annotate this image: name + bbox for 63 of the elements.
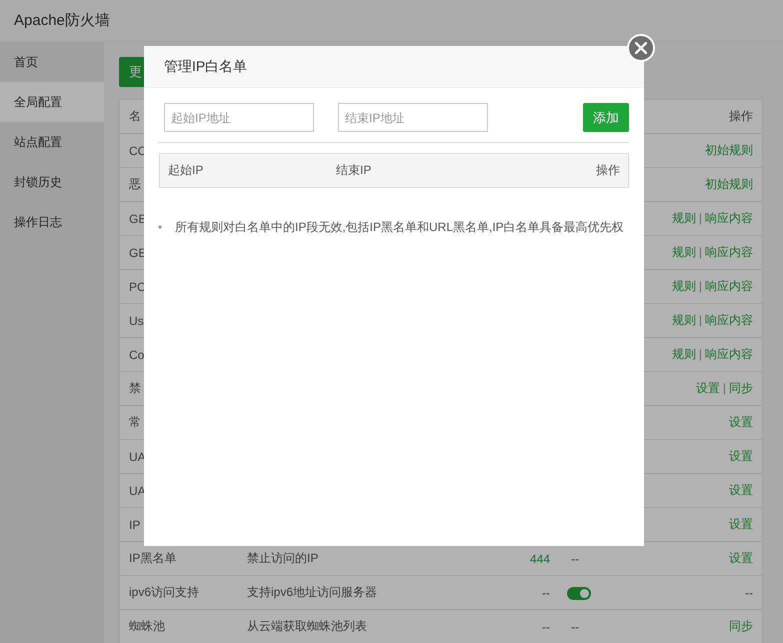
bullet: • <box>158 219 164 236</box>
dialog-title: 管理IP白名单 <box>164 58 248 76</box>
table-cell-text: -- <box>541 586 551 600</box>
sidebar-item[interactable]: 全局配置 <box>0 82 104 122</box>
table-cell: -- <box>571 552 579 566</box>
table-cell-text: 从云端获取蜘蛛池列表 <box>246 618 368 635</box>
action-link[interactable]: 设置 <box>696 381 720 395</box>
table-cell: -- <box>571 620 579 634</box>
action-link[interactable]: 初始规则 <box>705 143 753 157</box>
action-link[interactable]: 同步 <box>729 619 753 633</box>
action-link[interactable]: 初始规则 <box>705 177 753 191</box>
action-link[interactable]: 响应内容 <box>705 279 753 293</box>
action-link[interactable]: 规则 <box>672 245 696 259</box>
table-cell: -- <box>745 586 753 600</box>
table-cell-text: 444 <box>528 552 551 566</box>
action-link[interactable]: 设置 <box>729 551 753 565</box>
separator: | <box>722 381 726 395</box>
column-header: 名 <box>129 109 141 123</box>
add-button[interactable]: 添加 <box>583 103 629 132</box>
column-header: 结束IP <box>336 162 372 179</box>
separator: | <box>698 279 702 293</box>
action-link[interactable]: 设置 <box>729 483 753 497</box>
sidebar-item[interactable]: 站点配置 <box>0 122 104 162</box>
action-link[interactable]: 规则 <box>672 313 696 327</box>
action-link[interactable]: 规则 <box>672 347 696 361</box>
note-text: 所有规则对白名单中的IP段无效,包括IP黑名单和URL黑名单,IP白名单具备最高优先权 <box>175 219 624 236</box>
table-cell: IP <box>129 518 140 532</box>
app-title: Apache防火墙 <box>14 11 110 30</box>
table-cell: 蜘蛛池 <box>129 619 165 633</box>
sidebar-item[interactable]: 操作日志 <box>0 202 104 242</box>
separator: | <box>698 347 702 361</box>
action-link[interactable]: 同步 <box>729 381 753 395</box>
table-cell: Co <box>129 348 144 362</box>
action-link[interactable]: 设置 <box>729 517 753 531</box>
action-link[interactable]: 响应内容 <box>705 347 753 361</box>
table-cell: IP黑名单 <box>129 551 176 565</box>
table-cell-text: -- <box>541 620 551 634</box>
sidebar-item[interactable]: 封锁历史 <box>0 162 104 202</box>
action-link[interactable]: 规则 <box>672 211 696 225</box>
action-link[interactable]: 设置 <box>729 415 753 429</box>
action-link[interactable]: 响应内容 <box>705 211 753 225</box>
sidebar-item[interactable]: 首页 <box>0 42 104 82</box>
action-link[interactable]: 规则 <box>672 279 696 293</box>
toggle-switch[interactable] <box>567 586 591 600</box>
column-header: 起始IP <box>168 162 204 179</box>
action-link[interactable]: 响应内容 <box>705 313 753 327</box>
table-cell: ipv6访问支持 <box>129 585 200 599</box>
table-cell: 禁 <box>129 381 141 395</box>
separator: | <box>698 245 702 259</box>
table-cell-text: 禁止访问的IP <box>246 550 320 567</box>
action-link[interactable]: 设置 <box>729 449 753 463</box>
table-cell-text: 支持ipv6地址访问服务器 <box>246 584 378 601</box>
start-ip-field[interactable]: 起始IP地址 <box>164 103 314 132</box>
separator: | <box>698 211 702 225</box>
table-cell: 恶 <box>129 177 141 191</box>
end-ip-field[interactable]: 结束IP地址 <box>338 103 488 132</box>
table-cell: 常 <box>129 415 141 429</box>
column-header: 操作 <box>596 162 620 179</box>
action-link[interactable]: 响应内容 <box>705 245 753 259</box>
separator: | <box>698 313 702 327</box>
close-icon <box>635 42 647 54</box>
table-cell: Us <box>129 314 144 328</box>
column-header: 操作 <box>728 108 754 125</box>
